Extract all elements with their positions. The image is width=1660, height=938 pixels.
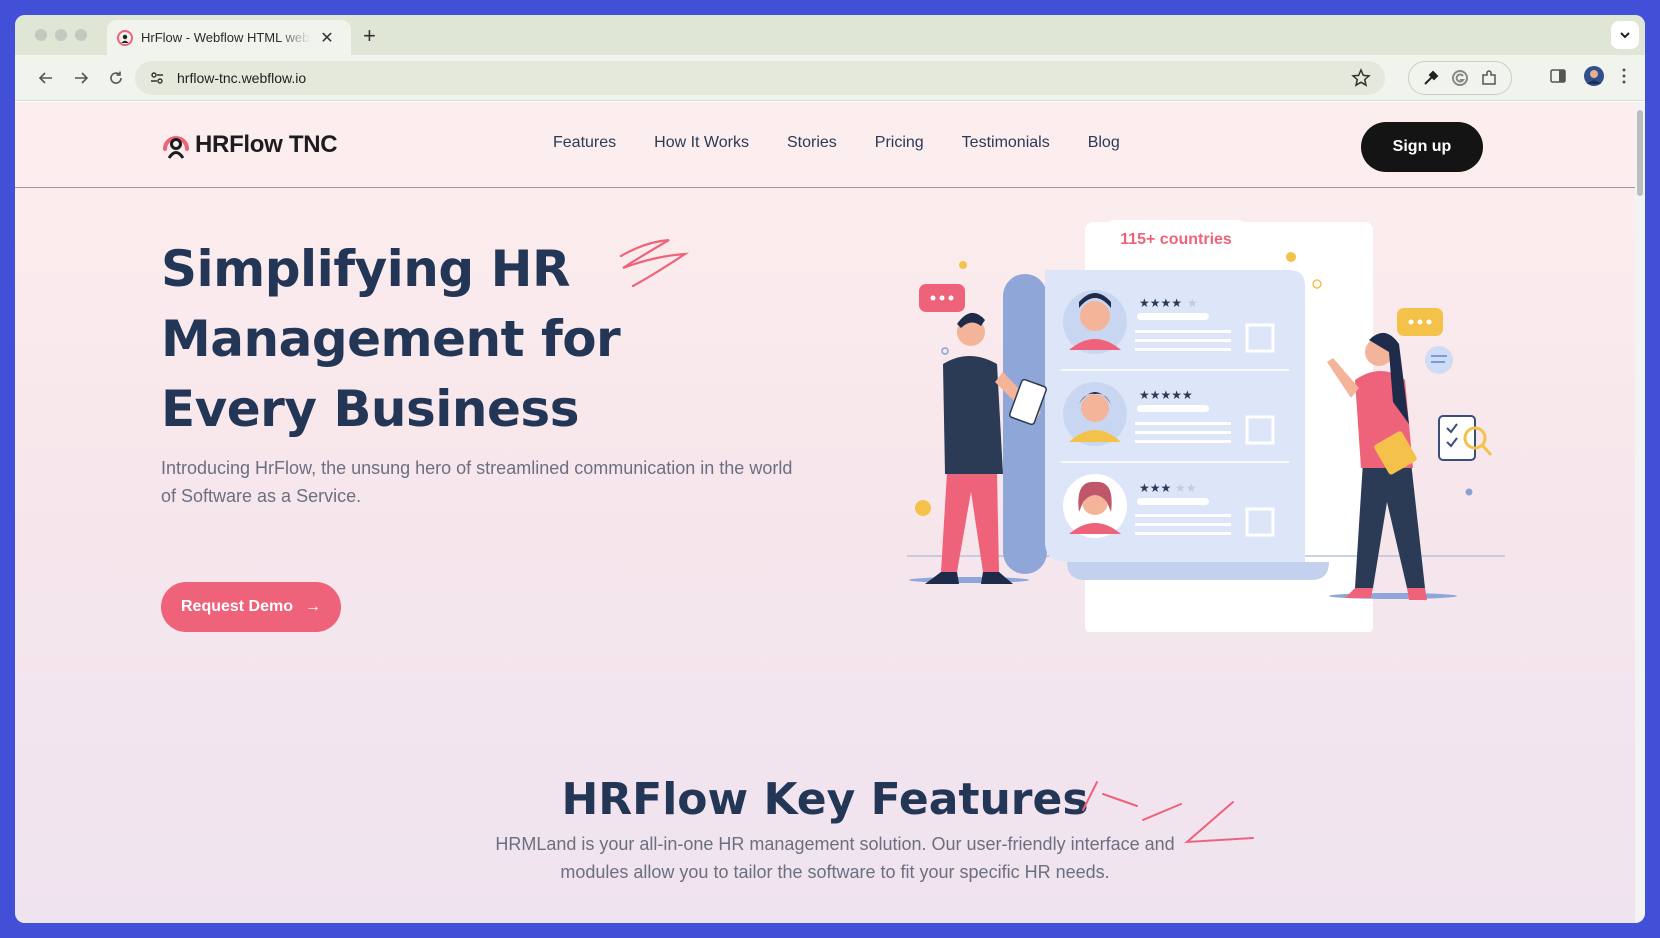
request-demo-label: Request Demo — [180, 598, 294, 615]
decorative-dot-icon — [959, 261, 967, 269]
features-title: HRFlow Key Features — [561, 774, 1089, 825]
site-info-icon[interactable] — [149, 70, 165, 86]
profile-avatar-icon[interactable] — [1583, 65, 1605, 87]
hero-subtitle: Introducing HrFlow, the unsung hero of s… — [161, 458, 793, 506]
grammarly-extension-icon[interactable] — [1451, 69, 1469, 87]
site-logo[interactable]: HRFlow TNC — [161, 130, 338, 160]
hrflow-favicon-icon — [117, 29, 133, 46]
logo-text: HRFlow TNC — [195, 131, 338, 158]
nav-how-it-works[interactable]: How It Works — [654, 134, 749, 152]
browser-tab-active[interactable]: HrFlow - Webflow HTML website template ✕ — [107, 20, 351, 55]
tab-title: HrFlow - Webflow HTML website template — [141, 30, 311, 45]
arrow-right-icon: → — [305, 598, 322, 615]
more-menu-icon[interactable] — [1621, 67, 1627, 85]
reload-button[interactable] — [105, 67, 127, 89]
countries-badge: 115+ countries — [1107, 220, 1245, 260]
svg-text:★★★★★: ★★★★★ — [1139, 388, 1193, 402]
clipboard-search-icon — [1438, 415, 1493, 461]
svg-text:★★★★: ★★★★ — [1139, 296, 1182, 310]
svg-text:★★: ★★ — [1175, 481, 1197, 495]
site-header: HRFlow TNC Features How It Works Stories… — [15, 102, 1635, 188]
tab-strip: HrFlow - Webflow HTML website template ✕… — [15, 15, 1645, 55]
decorative-squiggle-icon — [619, 238, 690, 288]
tab-close-icon[interactable]: ✕ — [319, 28, 335, 48]
tab-search-button[interactable] — [1611, 21, 1639, 49]
close-window-button[interactable] — [35, 29, 47, 41]
nav-blog[interactable]: Blog — [1088, 134, 1120, 152]
eyedropper-extension-icon[interactable] — [1422, 69, 1440, 87]
nav-pricing[interactable]: Pricing — [875, 134, 924, 152]
svg-text:★: ★ — [1187, 296, 1198, 310]
svg-text:★★★: ★★★ — [1139, 481, 1171, 495]
nav-stories[interactable]: Stories — [787, 134, 837, 152]
reload-icon — [110, 71, 122, 84]
address-bar[interactable]: hrflow-tnc.webflow.io — [135, 61, 1385, 95]
web-page: HRFlow TNC Features How It Works Stories… — [15, 102, 1635, 923]
request-demo-button[interactable]: Request Demo → — [161, 582, 341, 632]
scrollbar-thumb[interactable] — [1637, 110, 1643, 196]
bookmark-star-icon[interactable] — [1351, 68, 1371, 88]
forward-button[interactable] — [70, 67, 92, 89]
nav-features[interactable]: Features — [553, 134, 616, 152]
new-tab-button[interactable]: + — [363, 23, 376, 49]
features-subtitle: HRMLand is your all-in-one HR management… — [495, 834, 1175, 882]
chat-bubble-yellow-icon — [1397, 308, 1443, 336]
browser-toolbar: hrflow-tnc.webflow.io — [15, 55, 1645, 101]
back-button[interactable] — [35, 67, 57, 89]
hrflow-logo-icon — [163, 136, 189, 159]
extensions-group — [1408, 61, 1512, 95]
puzzle-extensions-icon[interactable] — [1480, 69, 1498, 87]
browser-window: HrFlow - Webflow HTML website template ✕… — [15, 15, 1645, 923]
minimize-window-button[interactable] — [55, 29, 67, 41]
chat-bubble-icon — [919, 284, 965, 312]
chevron-down-icon — [1620, 32, 1630, 39]
arrow-right-icon — [75, 72, 89, 84]
sign-up-button[interactable]: Sign up — [1361, 122, 1483, 172]
maximize-window-button[interactable] — [75, 29, 87, 41]
page-scrollbar[interactable] — [1635, 102, 1645, 923]
main-nav: Features How It Works Stories Pricing Te… — [553, 134, 1120, 152]
arrow-left-icon — [38, 72, 52, 84]
window-controls — [35, 29, 87, 41]
hero-illustration: ★★★★ ★ ★★★★★ ★★★ ★★ — [907, 222, 1505, 632]
url-text: hrflow-tnc.webflow.io — [177, 70, 307, 86]
side-panel-icon[interactable] — [1549, 67, 1567, 85]
nav-testimonials[interactable]: Testimonials — [962, 134, 1050, 152]
